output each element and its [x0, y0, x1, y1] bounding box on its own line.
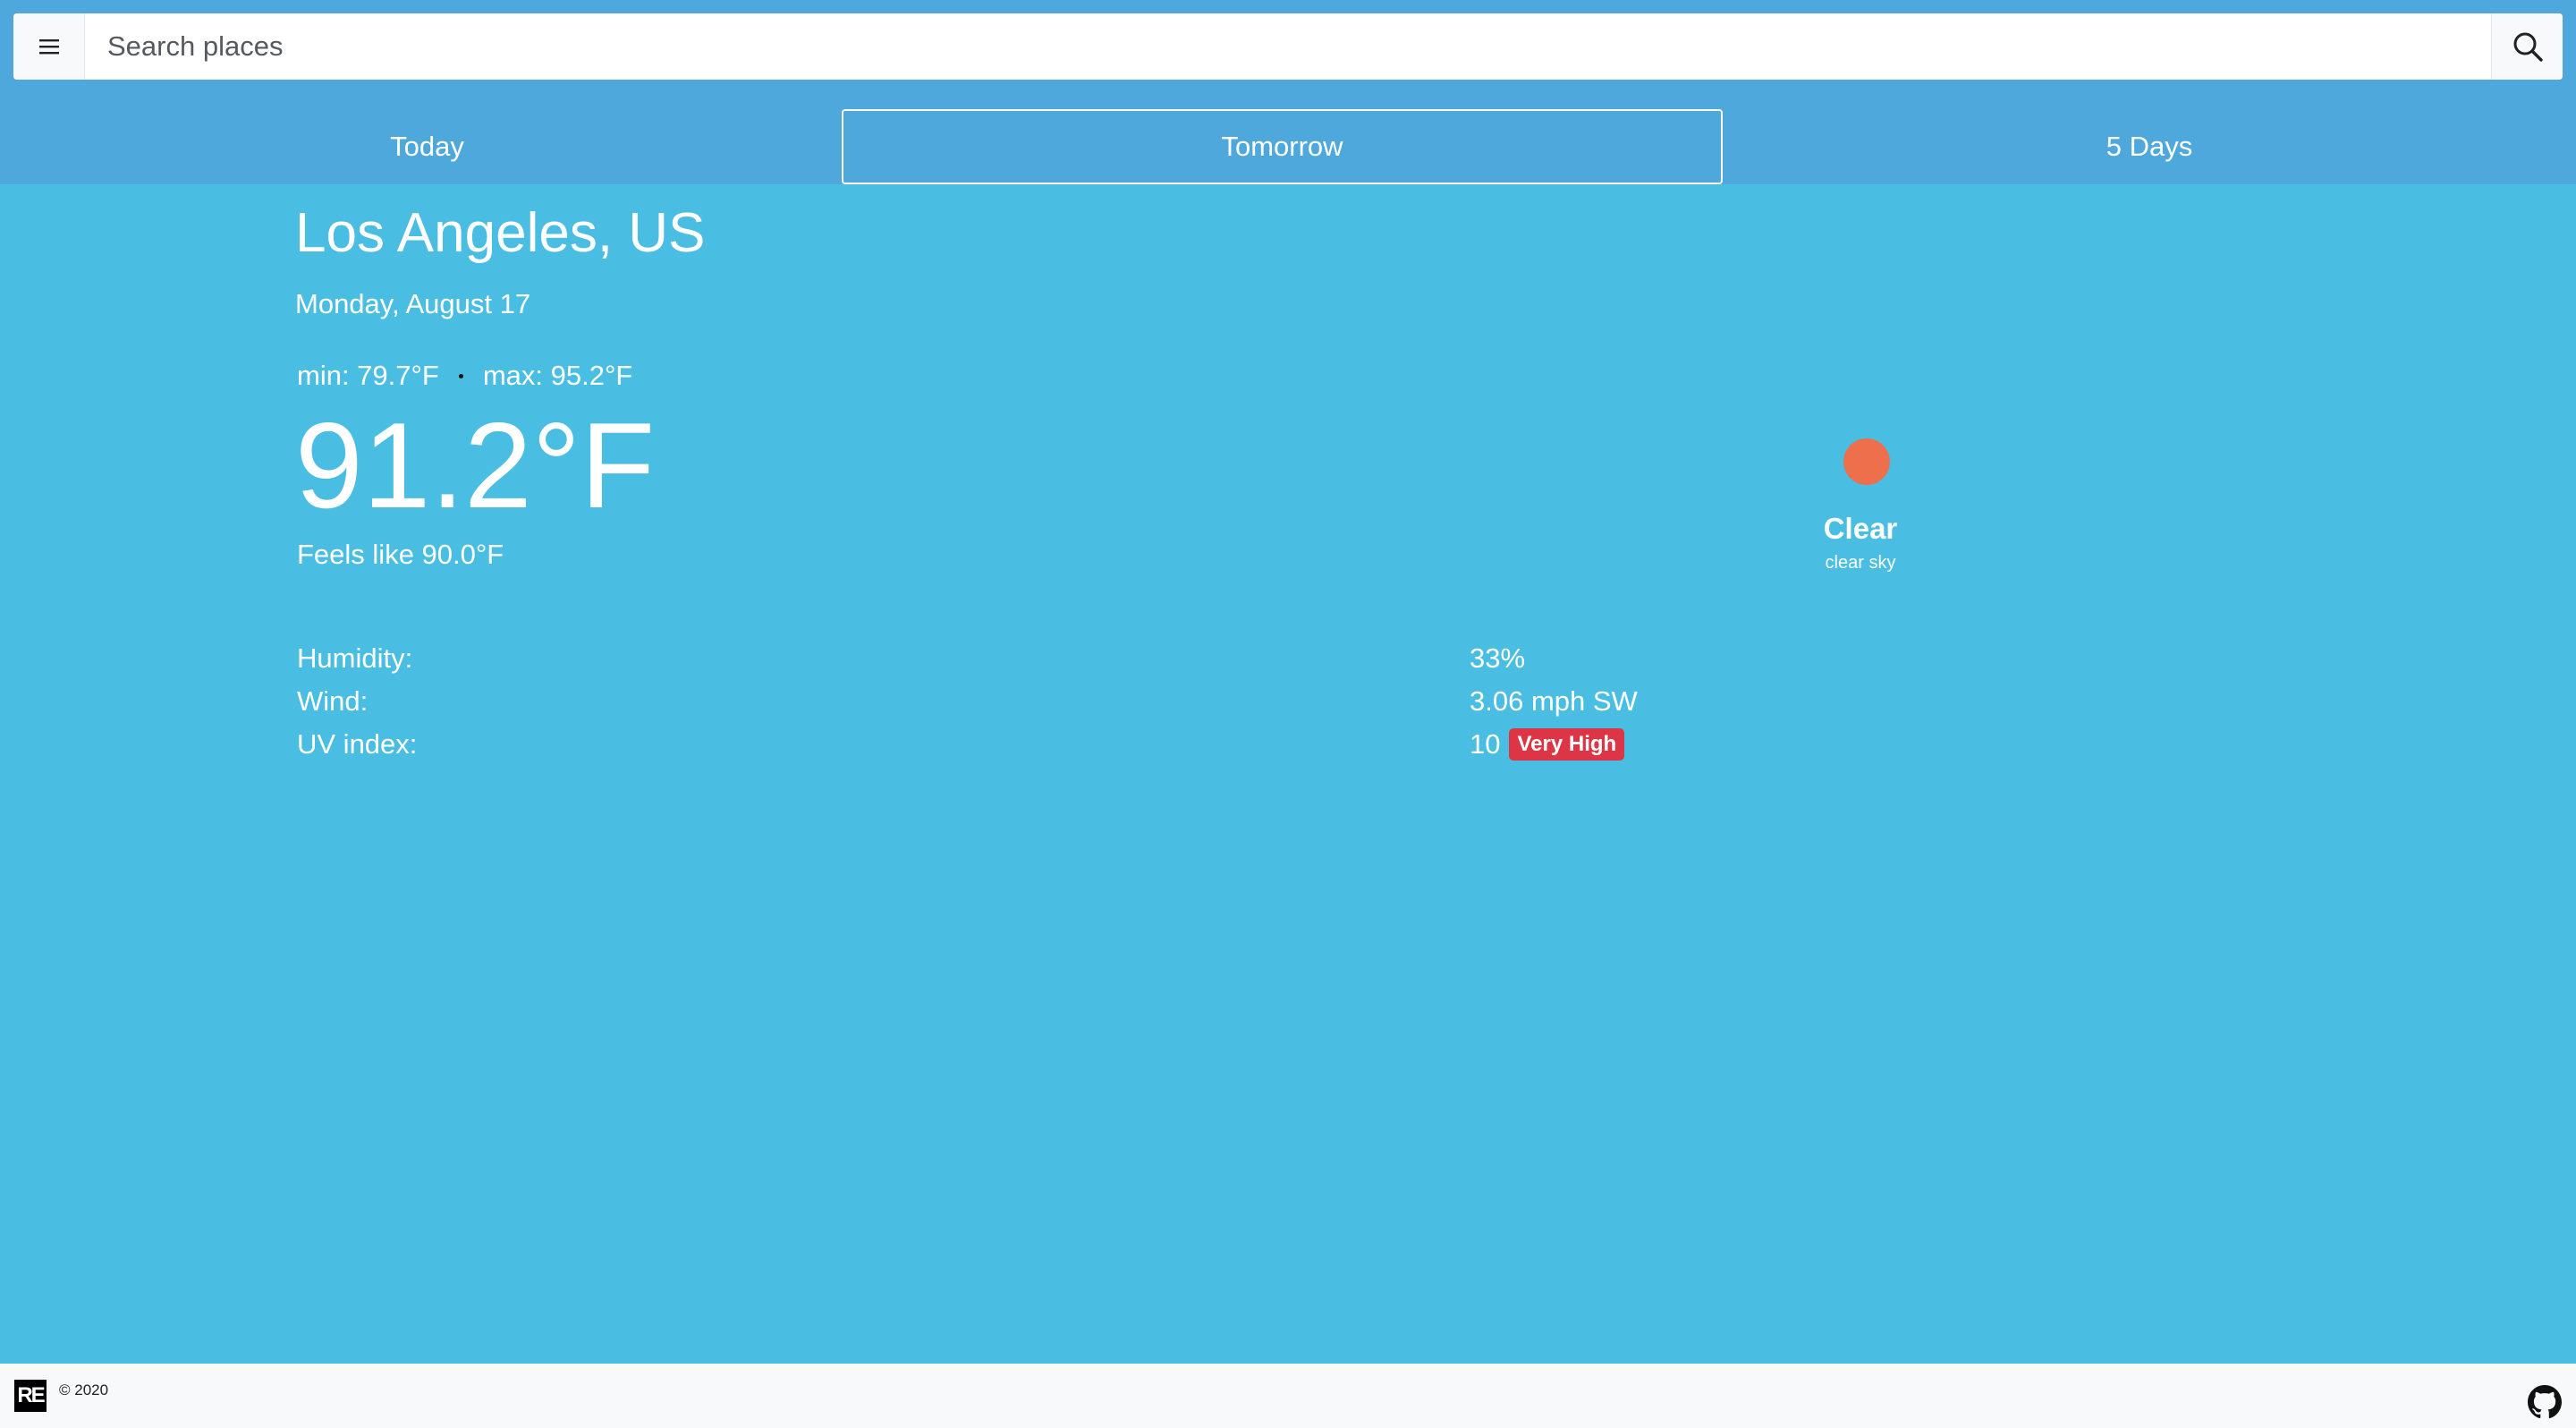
- app-logo[interactable]: RE: [14, 1380, 47, 1412]
- header: Today Tomorrow 5 Days: [0, 0, 2576, 184]
- wind-label: Wind:: [297, 685, 369, 717]
- detail-row-wind: Wind: 3.06 mph SW: [297, 685, 1728, 728]
- tab-today[interactable]: Today: [0, 109, 854, 184]
- github-icon[interactable]: [2528, 1385, 2562, 1419]
- min-max-temperature: min: 79.7°F max: 95.2°F: [297, 360, 632, 392]
- condition-label: Clear: [1823, 512, 1898, 545]
- humidity-value: 33%: [1470, 642, 1526, 674]
- footer: RE © 2020: [0, 1364, 2576, 1428]
- min-temperature: min: 79.7°F: [297, 360, 439, 391]
- magnifier-search-icon: [2513, 32, 2543, 62]
- uv-index-value: 10: [1470, 728, 1501, 760]
- weather-condition: Clear clear sky: [1789, 438, 1932, 574]
- hamburger-menu-icon: [38, 39, 59, 55]
- search-bar: [13, 13, 2563, 80]
- current-temperature: 91.2°F: [295, 397, 656, 533]
- feels-like: Feels like 90.0°F: [297, 539, 504, 570]
- search-button[interactable]: [2491, 13, 2563, 80]
- search-input[interactable]: [85, 13, 2491, 80]
- separator-dot: [458, 373, 463, 378]
- condition-description: clear sky: [1825, 553, 1896, 573]
- copyright: © 2020: [59, 1381, 109, 1398]
- menu-button[interactable]: [13, 13, 85, 80]
- forecast-tabs: Today Tomorrow 5 Days: [0, 109, 2576, 184]
- detail-row-humidity: Humidity: 33%: [297, 642, 1728, 685]
- weather-app: Today Tomorrow 5 Days Los Angeles, US Mo…: [0, 0, 2576, 1428]
- uv-index-value-group: 10 Very High: [1470, 728, 1625, 761]
- forecast-date: Monday, August 17: [295, 288, 531, 319]
- uv-risk-badge: Very High: [1509, 728, 1625, 761]
- city-title: Los Angeles, US: [295, 202, 706, 264]
- wind-value: 3.06 mph SW: [1470, 685, 1638, 717]
- sun-icon: [1843, 438, 1890, 485]
- tab-5-days[interactable]: 5 Days: [1723, 109, 2576, 184]
- detail-row-uv-index: UV index: 10 Very High: [297, 728, 1728, 771]
- tab-tomorrow[interactable]: Tomorrow: [842, 109, 1723, 184]
- humidity-label: Humidity:: [297, 642, 413, 674]
- uv-index-label: UV index:: [297, 728, 418, 760]
- weather-details: Humidity: 33% Wind: 3.06 mph SW UV index…: [297, 642, 1728, 771]
- max-temperature: max: 95.2°F: [482, 360, 633, 391]
